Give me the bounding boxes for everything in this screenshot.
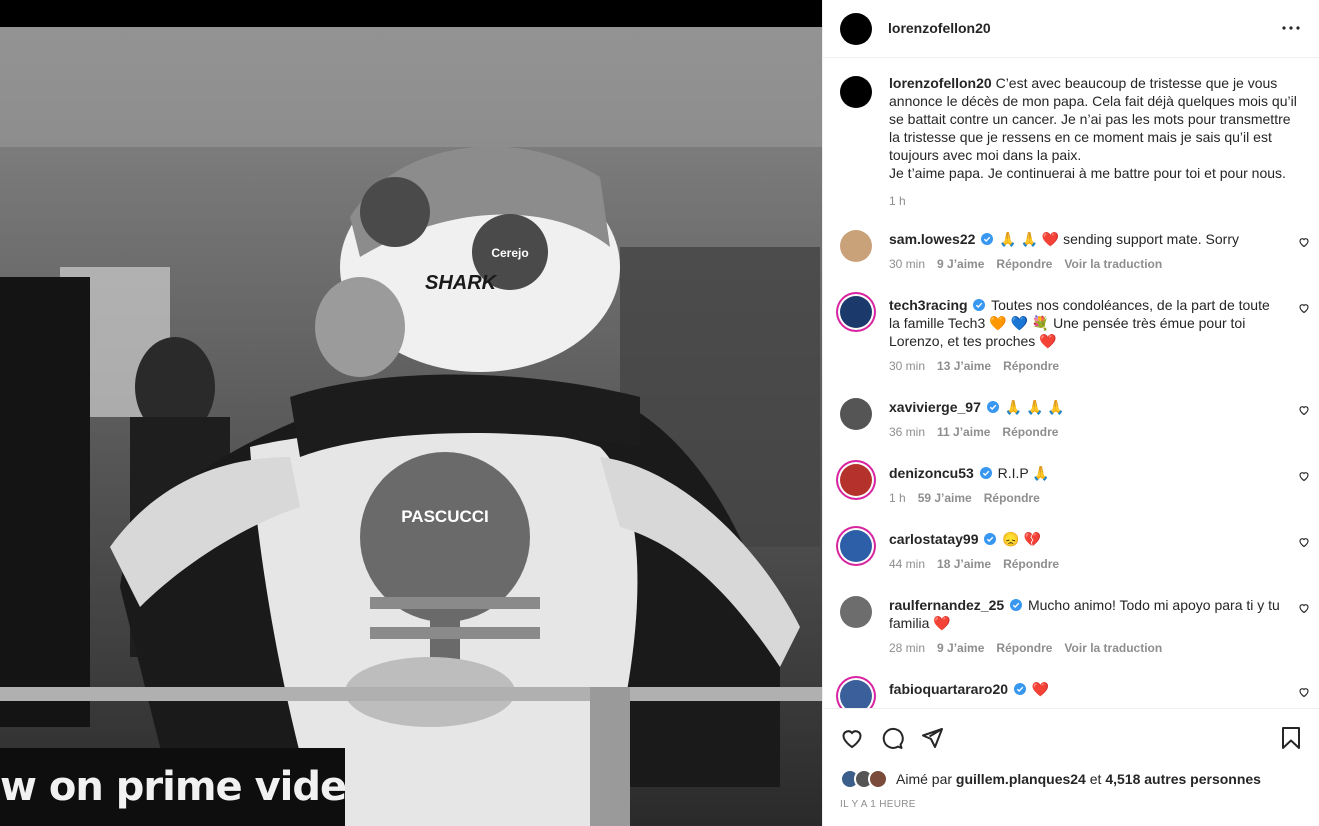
comment-time: 28 min bbox=[889, 641, 926, 655]
verified-badge-icon bbox=[1013, 683, 1026, 695]
reply-button[interactable]: Répondre bbox=[984, 491, 1040, 505]
comment-text: ❤️ bbox=[1031, 681, 1050, 697]
post-photo: PASCUCCI Cerejo SHARK bbox=[0, 27, 822, 826]
comment-likes[interactable]: 9 J’aime bbox=[937, 257, 984, 271]
svg-text:SHARK: SHARK bbox=[425, 272, 498, 294]
caption-text-2: Je t’aime papa. Je continuerai à me batt… bbox=[889, 165, 1286, 181]
reply-button[interactable]: Répondre bbox=[1003, 557, 1059, 571]
commenter-avatar[interactable] bbox=[840, 596, 872, 628]
share-send-icon[interactable] bbox=[920, 726, 944, 750]
verified-badge-icon bbox=[984, 533, 997, 545]
comment-time: 36 min bbox=[889, 425, 926, 439]
comment-text: 🙏 🙏 ❤️ sending support mate. Sorry bbox=[999, 231, 1240, 247]
commenter-username[interactable]: tech3racing bbox=[889, 297, 968, 313]
liker-avatar bbox=[868, 769, 888, 789]
caption-time: 1 h bbox=[889, 194, 906, 208]
comment-heart-icon[interactable] bbox=[1298, 302, 1310, 314]
comment-text: 😞 💔 bbox=[1002, 531, 1042, 547]
post-actions: Aimé par guillem.planques24 et 4,518 aut… bbox=[823, 708, 1319, 826]
liker-avatars[interactable] bbox=[840, 769, 888, 789]
caption-avatar[interactable] bbox=[840, 76, 872, 108]
comment-item: carlostatay99 😞 💔 44 min 18 J’aime Répon… bbox=[840, 530, 1310, 571]
post-media: PASCUCCI Cerejo SHARK w on prime video bbox=[0, 0, 822, 826]
commenter-username[interactable]: carlostatay99 bbox=[889, 531, 979, 547]
comment-heart-icon[interactable] bbox=[1298, 602, 1310, 614]
reply-button[interactable]: Répondre bbox=[1003, 359, 1059, 373]
comment-time: 44 min bbox=[889, 557, 926, 571]
commenter-username[interactable]: raulfernandez_25 bbox=[889, 597, 1004, 613]
comment-heart-icon[interactable] bbox=[1298, 470, 1310, 482]
commenter-avatar[interactable] bbox=[840, 530, 872, 562]
comment-likes[interactable]: 11 J’aime bbox=[937, 425, 990, 439]
comment-likes[interactable]: 13 J’aime bbox=[937, 359, 991, 373]
comment-item: denizoncu53 R.I.P 🙏 1 h 59 J’aime Répond… bbox=[840, 464, 1310, 505]
verified-badge-icon bbox=[981, 233, 994, 245]
liked-by-and: et bbox=[1089, 771, 1102, 787]
comment-text: R.I.P 🙏 bbox=[997, 465, 1050, 481]
author-avatar[interactable] bbox=[840, 13, 872, 45]
comment-likes[interactable]: 9 J’aime bbox=[937, 641, 984, 655]
post-timestamp: IL Y A 1 HEURE bbox=[840, 799, 916, 810]
translate-link[interactable]: Voir la traduction bbox=[1064, 641, 1162, 655]
like-heart-icon[interactable] bbox=[840, 726, 864, 750]
commenter-username[interactable]: xavivierge_97 bbox=[889, 399, 981, 415]
commenter-avatar[interactable] bbox=[840, 680, 872, 708]
commenter-avatar[interactable] bbox=[840, 230, 872, 262]
verified-badge-icon bbox=[1010, 599, 1023, 611]
comment-item: raulfernandez_25 Mucho animo! Todo mi ap… bbox=[840, 596, 1310, 655]
reply-button[interactable]: Répondre bbox=[996, 257, 1052, 271]
rider-hug-photo: PASCUCCI Cerejo SHARK bbox=[0, 27, 822, 826]
comment-heart-icon[interactable] bbox=[1298, 536, 1310, 548]
comment-time: 1 h bbox=[889, 491, 906, 505]
reply-button[interactable]: Répondre bbox=[996, 641, 1052, 655]
caption-username[interactable]: lorenzofellon20 bbox=[889, 75, 992, 91]
comment-item: tech3racing Toutes nos condoléances, de … bbox=[840, 296, 1310, 373]
commenter-username[interactable]: sam.lowes22 bbox=[889, 231, 975, 247]
commenter-avatar[interactable] bbox=[840, 296, 872, 328]
comment-text: 🙏 🙏 🙏 bbox=[1004, 399, 1065, 415]
more-options-icon[interactable] bbox=[1279, 18, 1303, 38]
post-caption: lorenzofellon20 C’est avec beaucoup de t… bbox=[840, 74, 1300, 208]
comment-item: fabioquartararo20 ❤️ bbox=[840, 680, 1310, 708]
liked-by-user[interactable]: guillem.planques24 bbox=[956, 771, 1086, 787]
liked-by-others[interactable]: 4,518 autres personnes bbox=[1105, 771, 1261, 787]
comment-item: sam.lowes22 🙏 🙏 ❤️ sending support mate.… bbox=[840, 230, 1310, 271]
comments-list[interactable]: lorenzofellon20 C’est avec beaucoup de t… bbox=[823, 58, 1319, 708]
svg-text:Cerejo: Cerejo bbox=[491, 246, 528, 260]
commenter-avatar[interactable] bbox=[840, 464, 872, 496]
comment-time: 30 min bbox=[889, 359, 926, 373]
comment-likes[interactable]: 59 J’aime bbox=[918, 491, 972, 505]
verified-badge-icon bbox=[979, 467, 992, 479]
liked-by-prefix: Aimé par bbox=[896, 771, 953, 787]
post-side-panel: lorenzofellon20 lorenzofellon20 C’est av… bbox=[822, 0, 1319, 826]
svg-text:PASCUCCI: PASCUCCI bbox=[401, 507, 489, 526]
commenter-username[interactable]: fabioquartararo20 bbox=[889, 681, 1008, 697]
bookmark-icon[interactable] bbox=[1279, 726, 1303, 750]
verified-badge-icon bbox=[973, 299, 986, 311]
comment-bubble-icon[interactable] bbox=[880, 726, 904, 750]
comment-heart-icon[interactable] bbox=[1298, 236, 1310, 248]
translate-link[interactable]: Voir la traduction bbox=[1064, 257, 1162, 271]
comment-likes[interactable]: 18 J’aime bbox=[937, 557, 991, 571]
comment-time: 30 min bbox=[889, 257, 926, 271]
prime-video-banner: w on prime video bbox=[0, 748, 345, 826]
likes-summary: Aimé par guillem.planques24 et 4,518 aut… bbox=[840, 769, 1261, 789]
reply-button[interactable]: Répondre bbox=[1002, 425, 1058, 439]
commenter-username[interactable]: denizoncu53 bbox=[889, 465, 974, 481]
comment-heart-icon[interactable] bbox=[1298, 404, 1310, 416]
author-username[interactable]: lorenzofellon20 bbox=[888, 20, 991, 36]
comment-item: xavivierge_97 🙏 🙏 🙏 36 min 11 J’aime Rép… bbox=[840, 398, 1310, 439]
post-header: lorenzofellon20 bbox=[823, 0, 1319, 58]
verified-badge-icon bbox=[986, 401, 999, 413]
commenter-avatar[interactable] bbox=[840, 398, 872, 430]
comment-heart-icon[interactable] bbox=[1298, 686, 1310, 698]
